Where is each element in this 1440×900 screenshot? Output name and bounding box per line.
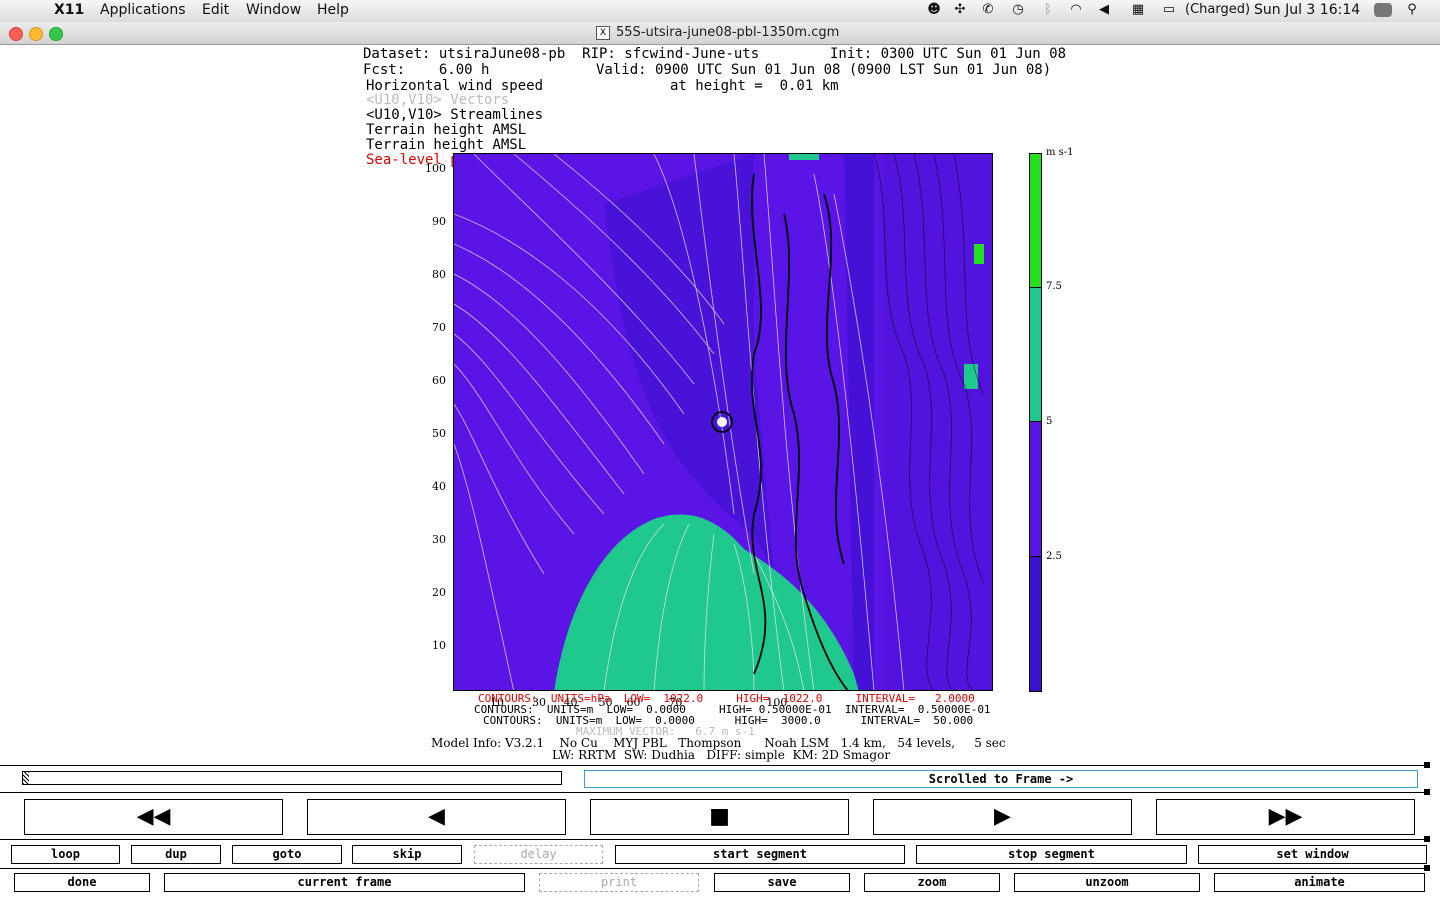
time-machine-icon[interactable]: ◷ <box>1010 2 1026 18</box>
frame-scrollbar[interactable] <box>22 771 562 785</box>
menu-app[interactable]: X11 <box>54 2 84 18</box>
colorbar-segment <box>1029 153 1042 288</box>
resize-handle[interactable] <box>1424 865 1430 871</box>
zoom-window-button[interactable] <box>49 27 63 41</box>
y-tick-label: 100 <box>425 162 446 175</box>
y-tick-label: 30 <box>432 533 446 546</box>
volume-icon[interactable]: ◀ <box>1096 2 1112 18</box>
y-tick-label: 20 <box>432 586 446 599</box>
status-field: Scrolled to Frame -> <box>584 770 1418 788</box>
resize-handle[interactable] <box>1424 762 1430 768</box>
y-tick-label: 50 <box>432 427 446 440</box>
colorbar-label: 2.5 <box>1046 551 1062 562</box>
stop-segment-button[interactable]: stop segment <box>916 845 1187 864</box>
colorbar-segment <box>1029 556 1042 692</box>
step-forward-button[interactable]: ▶ <box>873 799 1132 835</box>
goto-button[interactable]: goto <box>232 845 342 864</box>
divider <box>0 868 1430 869</box>
resize-handle[interactable] <box>1424 836 1430 842</box>
minimize-window-button[interactable] <box>29 27 43 41</box>
divider <box>0 792 1430 793</box>
wifi-icon[interactable]: ◠ <box>1068 2 1084 18</box>
rewind-fast-button[interactable]: ◀◀ <box>24 799 283 835</box>
colorbar-segment <box>1029 287 1042 422</box>
clock[interactable]: Sun Jul 3 16:14 <box>1254 2 1360 18</box>
header-field-terrain2: Terrain height AMSL <box>366 137 527 153</box>
window-title: 55S-utsira-june08-pbl-1350m.cgm <box>616 25 840 40</box>
header-fcst: Fcst: 6.00 h <box>363 62 490 78</box>
header-field-vectors: <U10,V10> Vectors <box>366 92 510 108</box>
menu-window[interactable]: Window <box>246 2 301 18</box>
menu-edit[interactable]: Edit <box>202 2 229 18</box>
header-field-terrain1: Terrain height AMSL <box>366 122 527 138</box>
colorbar-unit: m s-1 <box>1046 147 1074 158</box>
divider <box>0 765 1430 766</box>
battery-icon[interactable]: ▭ <box>1158 2 1180 18</box>
divider <box>0 839 1430 840</box>
resize-handle[interactable] <box>1424 789 1430 795</box>
phone-icon[interactable]: ✆ <box>980 2 996 18</box>
y-tick-label: 70 <box>432 321 446 334</box>
monster-icon[interactable]: ☻ <box>926 2 942 18</box>
bluetooth-icon[interactable]: ᛒ <box>1040 2 1056 18</box>
dup-button[interactable]: dup <box>131 845 221 864</box>
step-back-button[interactable]: ◀ <box>307 799 566 835</box>
footer-physics: LW: RRTM SW: Dudhia DIFF: simple KM: 2D … <box>552 748 891 762</box>
colorbar-label: 7.5 <box>1046 281 1062 292</box>
menu-help[interactable]: Help <box>317 2 349 18</box>
battery-status: (Charged) <box>1185 2 1251 17</box>
fast-forward-button[interactable]: ▶▶ <box>1156 799 1415 835</box>
header-valid: Valid: 0900 UTC Sun 01 Jun 08 (0900 LST … <box>596 62 1052 78</box>
x11-window-icon: X <box>596 26 610 40</box>
antenna-icon[interactable]: ✣ <box>952 2 968 18</box>
current-frame-button[interactable]: current frame <box>164 873 525 892</box>
delay-button[interactable]: delay <box>474 845 603 864</box>
zoom-button[interactable]: zoom <box>864 873 1000 892</box>
colorbar-segment <box>1029 421 1042 557</box>
scrollbar-thumb[interactable] <box>23 772 29 784</box>
colorbar-label: 5 <box>1046 416 1053 427</box>
y-tick-label: 60 <box>432 374 446 387</box>
user-icon[interactable] <box>1374 3 1392 17</box>
header-dataset: Dataset: utsiraJune08-pb RIP: sfcwind-Ju… <box>363 46 760 62</box>
skip-button[interactable]: skip <box>352 845 462 864</box>
close-window-button[interactable] <box>9 27 23 41</box>
spotlight-search-icon[interactable]: ⚲ <box>1404 2 1420 18</box>
set-window-button[interactable]: set window <box>1198 845 1427 864</box>
done-button[interactable]: done <box>14 873 150 892</box>
header-field-streamlines: <U10,V10> Streamlines <box>366 107 544 123</box>
header-init: Init: 0300 UTC Sun 01 Jun 08 <box>830 46 1067 62</box>
y-tick-label: 90 <box>432 215 446 228</box>
loop-button[interactable]: loop <box>11 845 120 864</box>
animate-button[interactable]: animate <box>1214 873 1425 892</box>
y-tick-label: 80 <box>432 268 446 281</box>
save-button[interactable]: save <box>714 873 850 892</box>
wind-speed-map[interactable] <box>453 153 993 691</box>
y-tick-label: 40 <box>432 480 446 493</box>
y-tick-label: 10 <box>432 639 446 652</box>
print-button[interactable]: print <box>539 873 699 892</box>
unzoom-button[interactable]: unzoom <box>1014 873 1200 892</box>
menu-applications[interactable]: Applications <box>100 2 186 18</box>
window-titlebar: X 55S-utsira-june08-pbl-1350m.cgm <box>0 22 1440 45</box>
menubar: X11 Applications Edit Window Help ☻ ✣ ✆ … <box>0 0 1440 23</box>
start-segment-button[interactable]: start segment <box>615 845 905 864</box>
header-height: at height = 0.01 km <box>670 78 839 94</box>
stop-button[interactable]: ■ <box>590 799 849 835</box>
calendar-icon[interactable]: ▦ <box>1130 2 1146 18</box>
